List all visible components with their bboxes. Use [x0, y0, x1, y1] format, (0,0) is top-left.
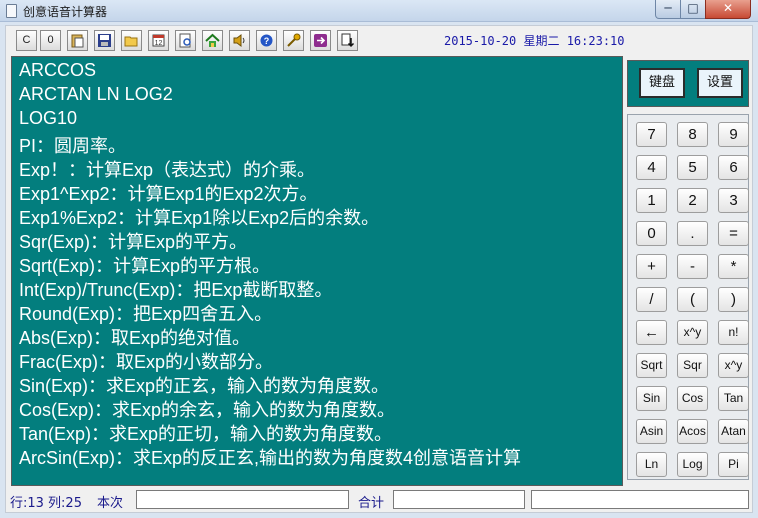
text-line: Int(Exp)/Trunc(Exp)：把Exp截断取整。 [19, 280, 333, 300]
key-button[interactable] [283, 30, 304, 51]
home-icon [205, 33, 220, 47]
total-result-field[interactable] [393, 490, 525, 509]
expression-text-area[interactable]: ARCCOS ARCTAN LN LOG2 LOG10 PI：圆周率。 Exp！… [11, 56, 623, 486]
text-line: Sin(Exp)：求Exp的正玄，输入的数为角度数。 [19, 376, 390, 396]
key-divide[interactable]: / [636, 287, 667, 312]
clear-button[interactable]: C [16, 30, 37, 51]
download-icon [341, 33, 355, 48]
key-equals[interactable]: = [718, 221, 749, 246]
total-label: 合计 [358, 496, 385, 511]
key-power-2[interactable]: x^y [718, 353, 749, 378]
key-7[interactable]: 7 [636, 122, 667, 147]
text-line: Sqr(Exp)：计算Exp的平方。 [19, 232, 248, 252]
key-8[interactable]: 8 [677, 122, 708, 147]
key-log[interactable]: Log [677, 452, 708, 477]
exit-button[interactable] [310, 30, 331, 51]
key-5[interactable]: 5 [677, 155, 708, 180]
key-acos[interactable]: Acos [677, 419, 708, 444]
keypad: 7 8 9 4 5 6 1 2 3 0 . = + - * / ( ) ← x^… [627, 114, 749, 480]
key-pi[interactable]: Pi [718, 452, 749, 477]
calendar-button[interactable]: 12 [148, 30, 169, 51]
text-line: Exp1^Exp2：计算Exp1的Exp2次方。 [19, 184, 318, 204]
zero-icon: 0 [47, 34, 54, 46]
key-close-paren[interactable]: ) [718, 287, 749, 312]
save-button[interactable] [94, 30, 115, 51]
key-3[interactable]: 3 [718, 188, 749, 213]
text-line: Round(Exp)：把Exp四舍五入。 [19, 304, 273, 324]
key-ln[interactable]: Ln [636, 452, 667, 477]
key-open-paren[interactable]: ( [677, 287, 708, 312]
preview-button[interactable] [175, 30, 196, 51]
maximize-button[interactable]: □ [680, 0, 706, 19]
text-line: Cos(Exp)：求Exp的余玄，输入的数为角度数。 [19, 400, 396, 420]
key-4[interactable]: 4 [636, 155, 667, 180]
preview-icon [179, 33, 191, 48]
text-line: LOG10 [19, 108, 78, 128]
key-plus[interactable]: + [636, 254, 667, 279]
open-button[interactable] [121, 30, 142, 51]
datetime-display: 2015-10-20 星期二 16:23:10 [444, 34, 625, 48]
paste-button[interactable] [67, 30, 88, 51]
key-decimal[interactable]: . [677, 221, 708, 246]
cursor-position: 行:13 列:25 [10, 496, 82, 511]
home-button[interactable] [202, 30, 223, 51]
text-line: ARCTAN LN LOG2 [19, 84, 173, 104]
current-label: 本次 [97, 496, 124, 511]
key-cos[interactable]: Cos [677, 386, 708, 411]
key-sin[interactable]: Sin [636, 386, 667, 411]
app-icon [6, 4, 17, 18]
speaker-button[interactable] [229, 30, 250, 51]
key-factorial[interactable]: n! [718, 320, 749, 345]
key-backspace[interactable]: ← [636, 320, 667, 345]
client-area: C 0 12 ? 2015-10-20 星期二 16:23:10 ARCCOS … [5, 25, 753, 513]
minimize-button[interactable]: ─ [655, 0, 681, 19]
speaker-icon [233, 34, 245, 47]
exit-icon [314, 34, 327, 47]
window-title: 创意语音计算器 [23, 5, 108, 19]
help-button[interactable]: ? [256, 30, 277, 51]
text-line: Tan(Exp)：求Exp的正切，输入的数为角度数。 [19, 424, 393, 444]
save-icon [98, 34, 111, 47]
key-atan[interactable]: Atan [718, 419, 749, 444]
open-folder-icon [124, 36, 138, 47]
key-sqrt[interactable]: Sqrt [636, 353, 667, 378]
current-result-field[interactable] [136, 490, 349, 509]
key-minus[interactable]: - [677, 254, 708, 279]
status-bar: 行:13 列:25 本次 合计 [6, 488, 752, 512]
keyboard-button[interactable]: 键盘 [639, 68, 685, 98]
text-line: ARCCOS [19, 60, 97, 80]
key-tan[interactable]: Tan [718, 386, 749, 411]
help-icon: ? [260, 34, 273, 47]
text-line: Exp！：计算Exp（表达式）的介乘。 [19, 160, 316, 180]
key-sqr[interactable]: Sqr [677, 353, 708, 378]
title-bar: 创意语音计算器 ─ □ ✕ [0, 0, 758, 22]
close-button[interactable]: ✕ [705, 0, 751, 19]
clear-icon: C [22, 34, 31, 46]
settings-button[interactable]: 设置 [697, 68, 743, 98]
key-9[interactable]: 9 [718, 122, 749, 147]
key-power[interactable]: x^y [677, 320, 708, 345]
svg-text:?: ? [264, 36, 270, 46]
text-line: PI：圆周率。 [19, 136, 127, 156]
mode-panel: 键盘 设置 [627, 60, 749, 107]
text-line: Sqrt(Exp)：计算Exp的平方根。 [19, 256, 271, 276]
text-line: Frac(Exp)：取Exp的小数部分。 [19, 352, 274, 372]
paste-icon [71, 34, 84, 48]
key-0[interactable]: 0 [636, 221, 667, 246]
key-1[interactable]: 1 [636, 188, 667, 213]
text-line: Abs(Exp)：取Exp的绝对值。 [19, 328, 251, 348]
key-multiply[interactable]: * [718, 254, 749, 279]
zero-button[interactable]: 0 [40, 30, 61, 51]
text-line: ArcSin(Exp)：求Exp的反正玄,输出的数为角度数4创意语音计算 [19, 448, 522, 468]
calendar-icon: 12 [152, 34, 165, 47]
download-button[interactable] [337, 30, 358, 51]
key-icon [287, 33, 301, 47]
key-6[interactable]: 6 [718, 155, 749, 180]
key-asin[interactable]: Asin [636, 419, 667, 444]
svg-text:12: 12 [155, 40, 163, 47]
key-2[interactable]: 2 [677, 188, 708, 213]
extra-status-field [531, 490, 749, 509]
text-line: Exp1%Exp2：计算Exp1除以Exp2后的余数。 [19, 208, 380, 228]
